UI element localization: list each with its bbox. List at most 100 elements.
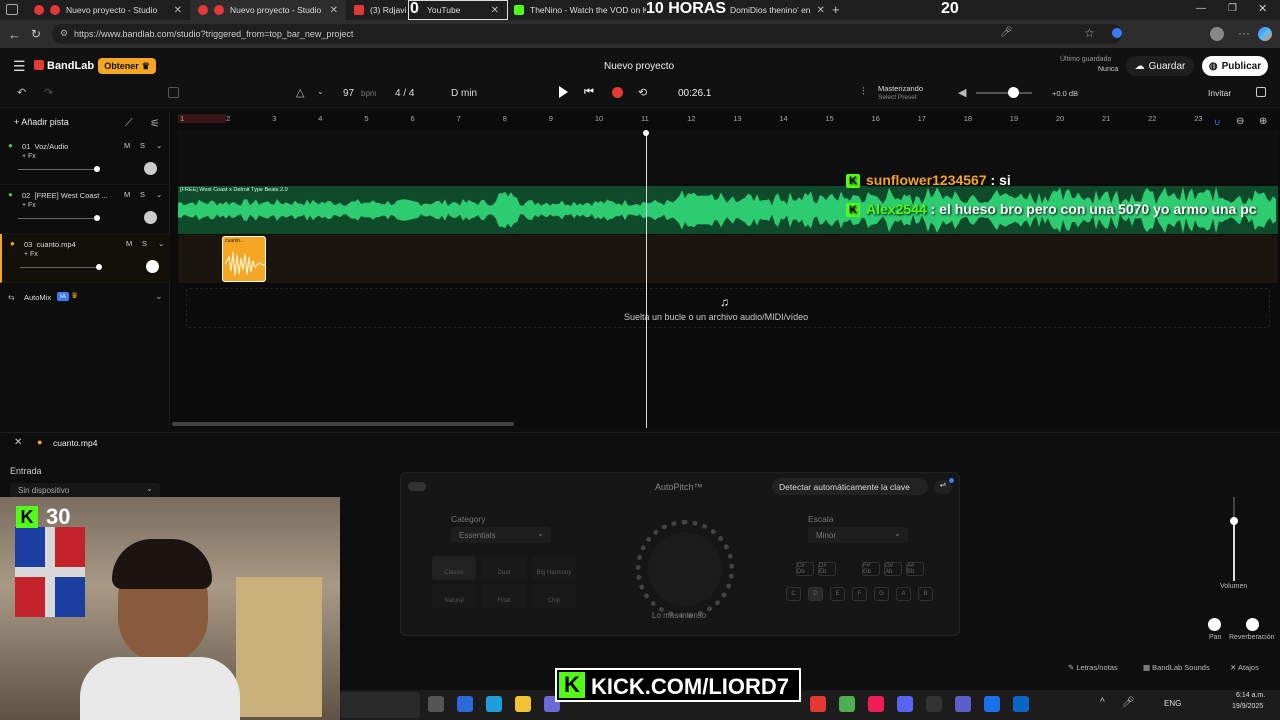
back-icon[interactable]: ← <box>8 27 21 42</box>
tab-close-icon[interactable]: ✕ <box>330 5 338 16</box>
time-signature[interactable]: 4 / 4 <box>395 88 414 99</box>
add-track-button[interactable]: + Añadir pista <box>14 117 69 127</box>
ruler-tick[interactable]: 20 <box>1056 114 1064 123</box>
tab-close-icon[interactable]: ✕ <box>174 5 182 16</box>
copilot-icon[interactable] <box>1258 27 1272 41</box>
browser-tab-4[interactable]: YouTube ✕ <box>408 0 508 20</box>
key-sharp[interactable]: D# Eb <box>818 562 836 576</box>
discord-icon[interactable] <box>897 696 913 712</box>
language-indicator[interactable]: ENG <box>1164 699 1181 708</box>
youtube-icon[interactable] <box>810 696 826 712</box>
pan-dial[interactable] <box>144 162 157 175</box>
edge-icon[interactable] <box>486 696 502 712</box>
volume-fader-handle[interactable] <box>1230 517 1238 525</box>
master-volume-slider[interactable] <box>976 92 1032 94</box>
key-sharp[interactable]: A# Bb <box>906 562 924 576</box>
preset-float[interactable]: Float <box>482 584 526 608</box>
browser-tab-1[interactable]: Nuevo proyecto - Studio ✕ <box>26 0 190 20</box>
key-natural[interactable]: A <box>896 587 911 601</box>
key-selector[interactable]: D min <box>451 88 477 99</box>
add-fx-button[interactable]: + Fx <box>24 251 38 258</box>
ruler-tick[interactable]: 13 <box>733 114 741 123</box>
track-volume-slider[interactable] <box>20 267 100 268</box>
mic-tray-icon[interactable]: 🎤︎ <box>1122 697 1135 708</box>
scale-select[interactable]: Minor ⌄ <box>808 527 908 543</box>
mute-button[interactable]: M <box>124 190 130 199</box>
key-natural[interactable]: D <box>808 587 823 601</box>
track-row-3[interactable]: ● 03 cuanto.mp4 M S ⌄ + Fx <box>0 234 170 283</box>
browser-tab-2[interactable]: Nuevo proyecto - Studio ✕ <box>190 0 346 20</box>
pan-dial[interactable] <box>144 211 157 224</box>
chevron-down-icon[interactable]: ⌄ <box>156 141 162 150</box>
project-title[interactable]: Nuevo proyecto <box>604 61 674 72</box>
add-fx-button[interactable]: + Fx <box>22 202 36 209</box>
key-natural[interactable]: G <box>874 587 889 601</box>
ruler-tick[interactable]: 21 <box>1102 114 1110 123</box>
preset-natural[interactable]: Natural <box>432 584 476 608</box>
chevron-down-icon[interactable]: ⌄ <box>158 239 164 248</box>
key-sharp[interactable]: F# Gb <box>862 562 880 576</box>
favorite-star-icon[interactable]: ☆ <box>1084 26 1095 40</box>
pan-knob[interactable] <box>1208 618 1221 631</box>
bpm-value[interactable]: 97 <box>343 88 354 99</box>
clock-date[interactable]: 19/9/2025 <box>1232 703 1263 710</box>
chrome-icon[interactable] <box>839 696 855 712</box>
preset-chip[interactable]: Chip <box>532 584 576 608</box>
skip-back-icon[interactable]: ⏮ <box>584 86 594 99</box>
loop-icon[interactable]: ⟲ <box>638 86 647 99</box>
tab-close-icon[interactable]: ✕ <box>817 5 825 16</box>
magic-wand-icon[interactable]: ⟋ <box>125 117 133 130</box>
folder-icon[interactable] <box>515 696 531 712</box>
track-volume-handle[interactable] <box>96 264 102 270</box>
site-info-icon[interactable]: ⚙ <box>60 28 68 39</box>
video-clip-cuanto[interactable]: cuanto... <box>222 236 266 282</box>
ruler-tick[interactable]: 1 <box>180 114 184 123</box>
browser-tab-3[interactable]: (3) Rdjavi <box>346 0 408 20</box>
mute-button[interactable]: M <box>124 141 130 150</box>
reverb-knob[interactable] <box>1246 618 1259 631</box>
solo-button[interactable]: S <box>140 141 145 150</box>
key-natural[interactable]: B <box>918 587 933 601</box>
key-natural[interactable]: E <box>830 587 845 601</box>
solo-button[interactable]: S <box>140 190 145 199</box>
ruler-tick[interactable]: 16 <box>872 114 880 123</box>
taskbar-search[interactable] <box>340 692 420 718</box>
intensity-knob[interactable] <box>648 532 722 606</box>
playhead[interactable] <box>646 132 647 428</box>
minimize-icon[interactable]: — <box>1196 3 1206 14</box>
track-volume-slider[interactable] <box>18 218 98 219</box>
ruler-tick[interactable]: 2 <box>226 114 230 123</box>
browser-tab-6[interactable]: DomiDios thenino' en ✕ <box>722 0 826 20</box>
file-explorer-icon[interactable] <box>428 696 444 712</box>
key-sharp[interactable]: C# Db <box>796 562 814 576</box>
key-natural[interactable]: C <box>786 587 801 601</box>
track-volume-handle[interactable] <box>94 166 100 172</box>
mastering-title[interactable]: Masterizando <box>878 84 923 93</box>
ruler-tick[interactable]: 22 <box>1148 114 1156 123</box>
chevron-down-icon[interactable]: ⌄ <box>156 190 162 199</box>
input-device-select[interactable]: Sin dispositivo ⌄ <box>10 483 160 497</box>
new-tab-icon[interactable]: + <box>832 2 840 17</box>
settings-sliders-icon[interactable]: ⚟ <box>150 117 160 130</box>
obs-icon[interactable] <box>926 696 942 712</box>
mic-permission-icon[interactable]: 🎤︎ <box>1000 27 1013 38</box>
tab-actions-icon[interactable] <box>6 4 18 15</box>
window-close-icon[interactable]: ✕ <box>1258 2 1267 15</box>
ruler-tick[interactable]: 10 <box>595 114 603 123</box>
add-fx-button[interactable]: + Fx <box>22 153 36 160</box>
tray-expand-icon[interactable]: ^ <box>1100 697 1105 708</box>
zoom-out-icon[interactable]: ⊖ <box>1236 116 1244 127</box>
track-volume-slider[interactable] <box>18 169 98 170</box>
taskbar-app-icon[interactable] <box>457 696 473 712</box>
track-row-1[interactable]: ● 01 Voz/Audio M S ⌄ + Fx <box>0 136 170 185</box>
invite-button[interactable]: Invitar <box>1208 88 1231 98</box>
track-row-2[interactable]: ● 02 [FREE] West Coast ... M S ⌄ + Fx <box>0 185 170 234</box>
gift-icon[interactable] <box>1256 87 1266 97</box>
close-panel-icon[interactable]: ✕ <box>14 437 22 448</box>
ruler-tick[interactable]: 8 <box>503 114 507 123</box>
master-volume-handle[interactable] <box>1008 87 1019 98</box>
ruler-tick[interactable]: 17 <box>918 114 926 123</box>
play-icon[interactable] <box>559 86 568 98</box>
save-button[interactable]: ☁ Guardar <box>1126 56 1194 76</box>
ruler-tick[interactable]: 3 <box>272 114 276 123</box>
